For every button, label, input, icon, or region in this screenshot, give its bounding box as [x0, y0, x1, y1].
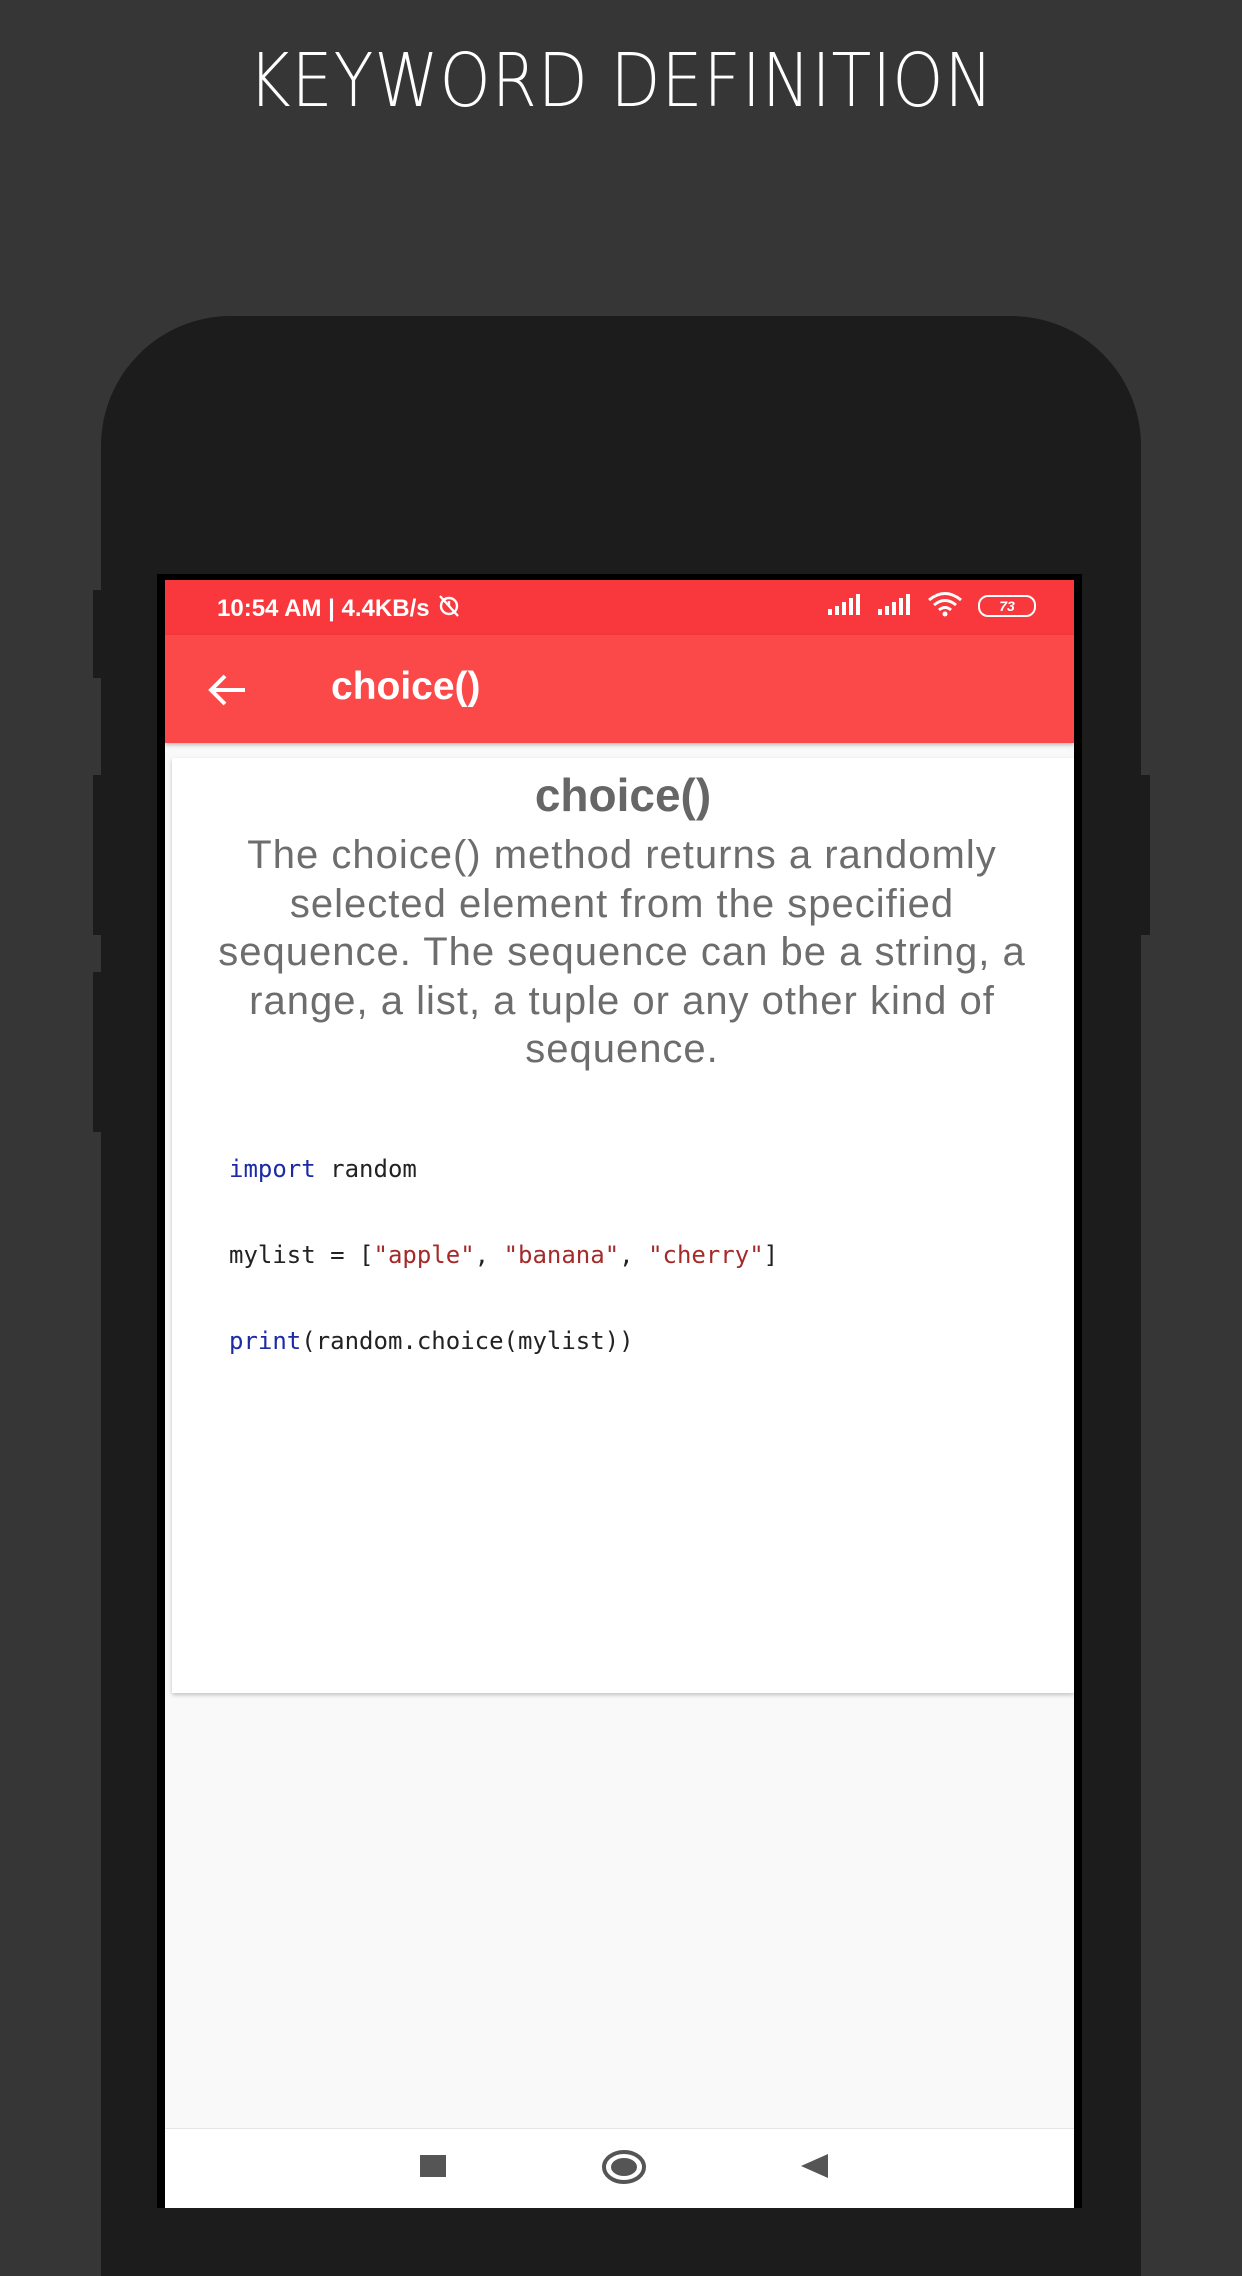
- recents-square-icon[interactable]: [418, 2151, 448, 2181]
- app-bar-title: choice(): [331, 665, 481, 708]
- definition-description: The choice() method returns a randomly s…: [218, 833, 1026, 1071]
- signal-icon: [876, 593, 912, 620]
- code-text: mylist = [: [229, 1241, 374, 1269]
- app-bar: choice(): [165, 635, 1074, 743]
- status-left: 10:54 AM | 4.4KB/s: [217, 592, 462, 625]
- code-text: ,: [619, 1241, 649, 1269]
- code-string: "banana": [503, 1241, 620, 1269]
- status-bar: 10:54 AM | 4.4KB/s 73: [165, 580, 1074, 635]
- power-button: [1138, 775, 1150, 935]
- status-right: 73: [826, 591, 1036, 622]
- volume-button-up: [93, 590, 103, 678]
- code-text: ]: [763, 1241, 779, 1269]
- battery-level: 73: [999, 598, 1015, 614]
- volume-button-down: [93, 775, 103, 935]
- code-text: (random.choice(mylist)): [301, 1327, 634, 1355]
- back-button[interactable]: [203, 665, 253, 715]
- alarm-off-icon: [436, 592, 462, 625]
- wifi-icon: [926, 591, 964, 622]
- code-line-import: import random: [229, 1155, 417, 1183]
- code-line-print: print(random.choice(mylist)): [229, 1327, 634, 1355]
- status-time-speed: 10:54 AM | 4.4KB/s: [217, 594, 430, 622]
- code-keyword: print: [229, 1327, 302, 1355]
- promo-title: KEYWORD DEFINITION: [247, 38, 995, 124]
- definition-card: choice() The choice() method returns a r…: [172, 758, 1074, 1693]
- system-nav-bar: [165, 2128, 1074, 2208]
- code-keyword: import: [229, 1155, 316, 1183]
- signal-icon: [826, 593, 862, 620]
- battery-icon: 73: [978, 595, 1036, 617]
- definition-heading: choice(): [534, 769, 712, 821]
- home-circle-icon[interactable]: [601, 2149, 647, 2185]
- side-button: [93, 972, 103, 1132]
- code-line-mylist: mylist = ["apple", "banana", "cherry"]: [229, 1241, 778, 1269]
- code-text: ,: [474, 1241, 504, 1269]
- arrow-left-icon: [203, 674, 253, 719]
- code-string: "apple": [373, 1241, 475, 1269]
- code-text: random: [315, 1155, 417, 1183]
- back-triangle-icon[interactable]: [798, 2151, 830, 2181]
- phone-screen: 10:54 AM | 4.4KB/s 73 choice() choice() …: [165, 580, 1074, 2208]
- code-string: "cherry": [648, 1241, 764, 1269]
